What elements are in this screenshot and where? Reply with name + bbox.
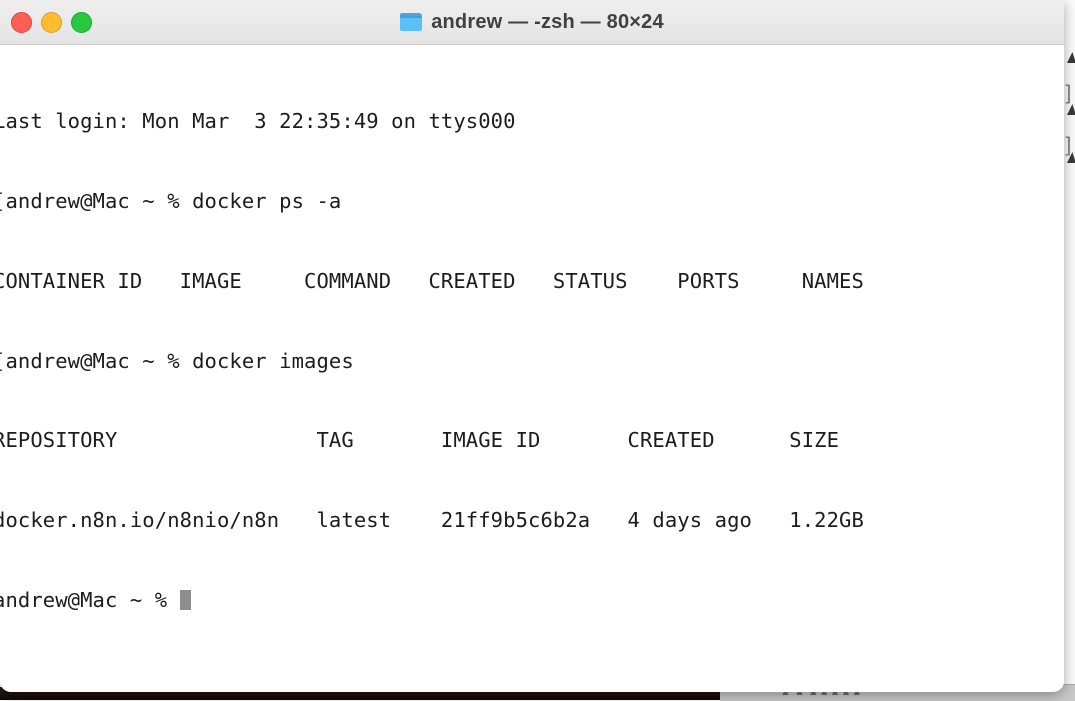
folder-icon-tab	[400, 13, 423, 18]
terminal-line-active-prompt: andrew@Mac ~ %	[0, 587, 1064, 614]
close-button[interactable]	[11, 11, 32, 33]
title-bar[interactable]: andrew — -zsh — 80×24	[0, 0, 1064, 45]
window-controls	[11, 0, 92, 44]
terminal-window: andrew — -zsh — 80×24 Last login: Mon Ma…	[0, 0, 1064, 692]
terminal-output-area[interactable]: Last login: Mon Mar 3 22:35:49 on ttys00…	[0, 45, 1064, 692]
terminal-line-prompt-docker-ps: [andrew@Mac ~ % docker ps -a	[0, 188, 342, 213]
terminal-line-docker-images-row: docker.n8n.io/n8nio/n8n latest 21ff9b5c6…	[0, 508, 864, 533]
minimize-button[interactable]	[41, 11, 62, 33]
terminal-line-prompt-docker-images: [andrew@Mac ~ % docker images	[0, 348, 354, 373]
text-cursor	[179, 589, 191, 610]
folder-icon	[400, 13, 423, 31]
terminal-lines: Last login: Mon Mar 3 22:35:49 on ttys00…	[0, 55, 1064, 667]
title-group: andrew — -zsh — 80×24	[0, 0, 1064, 44]
window-title: andrew — -zsh — 80×24	[431, 10, 664, 33]
folder-icon-body	[400, 16, 423, 31]
terminal-line-docker-images-header: REPOSITORY TAG IMAGE ID CREATED SIZE	[0, 428, 840, 453]
prompt-text: andrew@Mac ~ %	[0, 587, 180, 612]
background-mark	[1067, 52, 1075, 63]
terminal-line-docker-ps-header: CONTAINER ID IMAGE COMMAND CREATED STATU…	[0, 268, 864, 293]
terminal-line-last-login: Last login: Mon Mar 3 22:35:49 on ttys00…	[0, 109, 516, 134]
maximize-button[interactable]	[71, 11, 92, 33]
